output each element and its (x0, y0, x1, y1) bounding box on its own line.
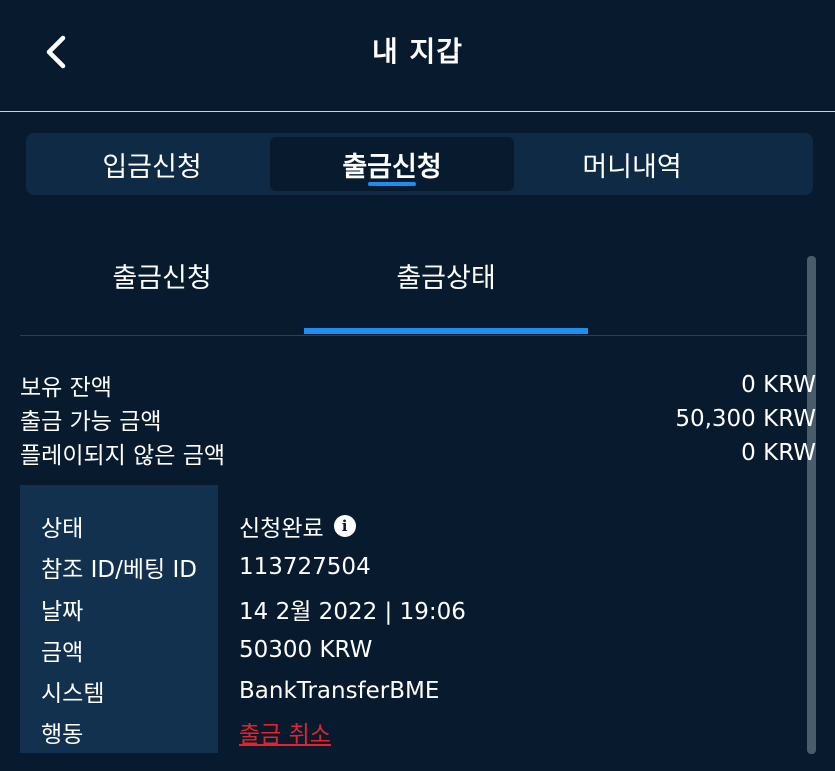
cancel-withdrawal-link[interactable]: 출금 취소 (239, 715, 331, 749)
amount-value: 50300 KRW (239, 637, 373, 663)
status-text: 신청완료 (239, 516, 324, 542)
summary-label: 보유 잔액 (20, 375, 112, 401)
wallet-tab-bar: 입금신청 출금신청 머니내역 (26, 133, 813, 195)
tab-label: 출금신청 (342, 151, 442, 183)
tab-money-history[interactable]: 머니내역 (510, 137, 754, 191)
detail-label: 날짜 (41, 599, 84, 625)
detail-label: 금액 (41, 640, 84, 666)
detail-row-system: 시스템 BankTransferBME (20, 671, 800, 711)
tab-withdraw-request[interactable]: 출금신청 (270, 137, 514, 191)
summary-value: 0 KRW (741, 440, 816, 466)
detail-row-reference: 참조 ID/베팅 ID 113727504 (20, 547, 800, 587)
subtab-label: 출금신청 (112, 262, 212, 294)
detail-label: 상태 (41, 516, 84, 542)
detail-row-amount: 금액 50300 KRW (20, 630, 800, 670)
subtab-withdraw-request[interactable]: 출금신청 (20, 238, 304, 334)
page-title: 내 지갑 (371, 35, 464, 68)
active-subtab-indicator (304, 328, 588, 334)
subtab-label: 출금상태 (396, 262, 496, 294)
summary-value: 50,300 KRW (675, 406, 816, 432)
subtab-withdraw-status[interactable]: 출금상태 (304, 238, 588, 334)
detail-row-action: 행동 출금 취소 (20, 712, 800, 752)
summary-label: 출금 가능 금액 (20, 409, 162, 435)
detail-label: 참조 ID/베팅 ID (41, 557, 197, 583)
app-header: 내 지갑 (0, 0, 835, 112)
withdraw-sub-tab-bar: 출금신청 출금상태 (20, 238, 815, 336)
date-value: 14 2월 2022 | 19:06 (239, 599, 466, 625)
detail-row-date: 날짜 14 2월 2022 | 19:06 (20, 589, 800, 629)
detail-label: 행동 (41, 722, 84, 748)
scrollbar[interactable] (807, 256, 816, 754)
info-icon[interactable]: i (333, 515, 356, 537)
status-value: 신청완료 i (239, 509, 356, 543)
summary-row-withdrawable: 출금 가능 금액 50,300 KRW (20, 402, 816, 436)
tab-label: 입금신청 (102, 151, 202, 183)
detail-row-status: 상태 신청완료 i (20, 506, 800, 546)
detail-label: 시스템 (41, 681, 105, 707)
summary-row-unplayed: 플레이되지 않은 금액 0 KRW (20, 436, 816, 470)
summary-row-balance: 보유 잔액 0 KRW (20, 368, 816, 402)
reference-value: 113727504 (239, 554, 371, 580)
tab-label: 머니내역 (582, 151, 682, 183)
summary-value: 0 KRW (741, 372, 816, 398)
summary-label: 플레이되지 않은 금액 (20, 443, 226, 469)
active-tab-indicator (368, 182, 416, 186)
tab-deposit-request[interactable]: 입금신청 (30, 137, 274, 191)
system-value: BankTransferBME (239, 678, 440, 704)
